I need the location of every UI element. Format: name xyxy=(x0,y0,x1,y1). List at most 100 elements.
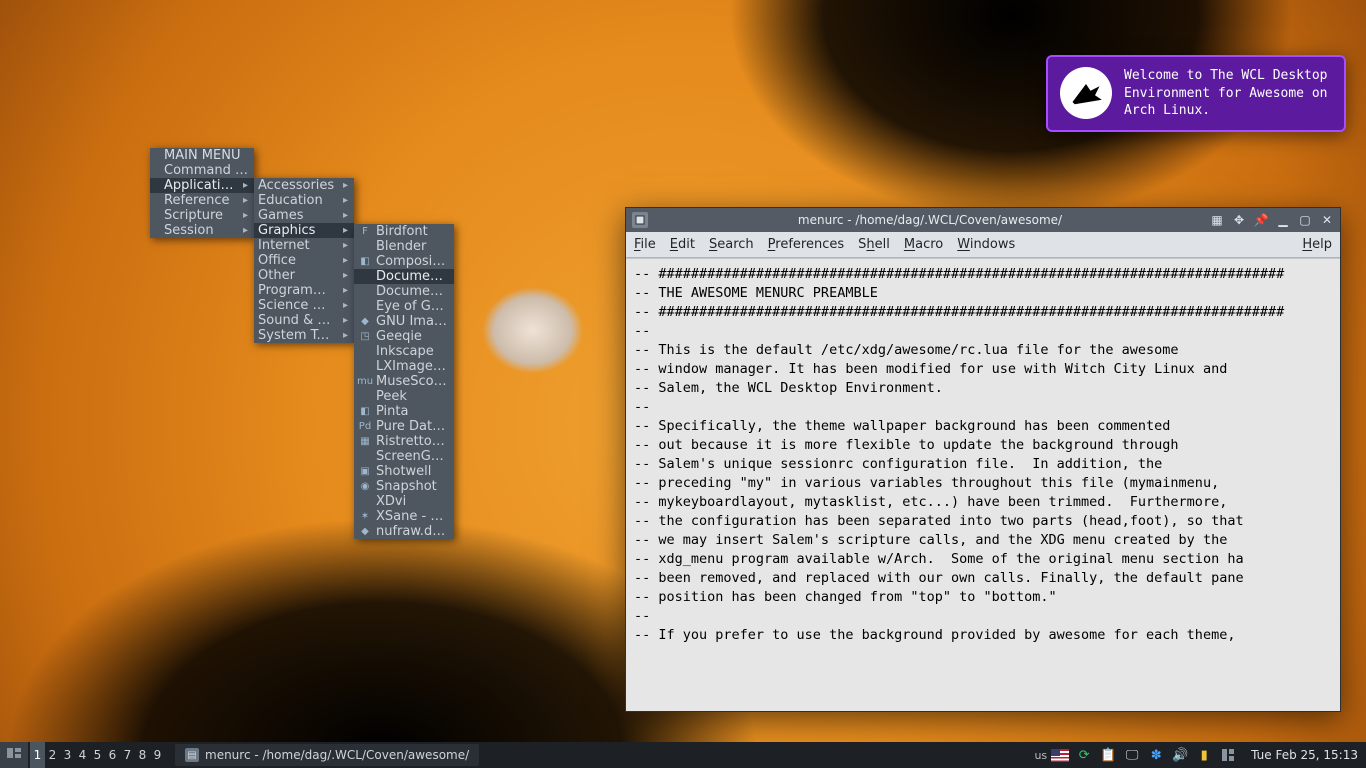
tag-8[interactable]: 8 xyxy=(135,742,150,768)
apps-item-other[interactable]: Other▸ xyxy=(254,268,354,283)
menu-search[interactable]: Search xyxy=(709,237,754,252)
chevron-right-icon: ▸ xyxy=(243,225,248,236)
volume-icon[interactable]: 🔊 xyxy=(1171,746,1189,764)
chevron-right-icon: ▸ xyxy=(343,195,348,206)
tag-3[interactable]: 3 xyxy=(60,742,75,768)
apps-item-office[interactable]: Office▸ xyxy=(254,253,354,268)
menu-help[interactable]: Help xyxy=(1302,237,1332,252)
app-launcher-icon: F xyxy=(358,225,372,239)
graphics-item-shotwell[interactable]: ▣Shotwell xyxy=(354,464,454,479)
launcher-button[interactable] xyxy=(0,742,28,768)
graphics-item-birdfont[interactable]: FBirdfont xyxy=(354,224,454,239)
chevron-right-icon: ▸ xyxy=(343,255,348,266)
apps-item-graphics[interactable]: Graphics▸ xyxy=(254,223,354,238)
tasklist[interactable]: ▤ menurc - /home/dag/.WCL/Coven/awesome/ xyxy=(175,744,479,766)
battery-icon[interactable]: ▮ xyxy=(1195,746,1213,764)
editor-menubar[interactable]: File Edit Search Preferences Shell Macro… xyxy=(626,232,1340,258)
tag-2[interactable]: 2 xyxy=(45,742,60,768)
graphics-item-eye-of-gnome[interactable]: Eye of GNOME xyxy=(354,299,454,314)
layout-indicator-icon[interactable] xyxy=(1219,746,1237,764)
apps-item-internet[interactable]: Internet▸ xyxy=(254,238,354,253)
graphics-item-inkscape[interactable]: Inkscape xyxy=(354,344,454,359)
apps-item-games[interactable]: Games▸ xyxy=(254,208,354,223)
graphics-item-xdvi[interactable]: XDvi xyxy=(354,494,454,509)
pin-icon[interactable]: 📌 xyxy=(1252,212,1270,228)
titlebar[interactable]: menurc - /home/dag/.WCL/Coven/awesome/ ▦… xyxy=(626,208,1340,232)
main-menu-item-applications[interactable]: Applications▸ xyxy=(150,178,254,193)
bluetooth-icon[interactable]: ✽ xyxy=(1147,746,1165,764)
menu-macro[interactable]: Macro xyxy=(904,237,943,252)
app-launcher-icon: ▣ xyxy=(358,465,372,479)
sync-icon[interactable]: ⟳ xyxy=(1075,746,1093,764)
graphics-item-snapshot[interactable]: ◉Snapshot xyxy=(354,479,454,494)
apps-item-science-math[interactable]: Science & Math▸ xyxy=(254,298,354,313)
taglist[interactable]: 123456789 xyxy=(30,742,165,768)
minimize-icon[interactable]: ▁ xyxy=(1274,212,1292,228)
witch-logo-icon xyxy=(1060,67,1112,119)
keyboard-layout-indicator[interactable]: us xyxy=(1034,749,1047,762)
graphics-item-screengrab[interactable]: ScreenGrab xyxy=(354,449,454,464)
graphics-item-musescore-stu[interactable]: muMuseScore Stu… xyxy=(354,374,454,389)
main-menu[interactable]: MAIN MENU Command LineApplications▸Refer… xyxy=(150,148,254,238)
maximize-icon[interactable]: ▢ xyxy=(1296,212,1314,228)
apps-item-programming[interactable]: Programming▸ xyxy=(254,283,354,298)
editor-text-area[interactable]: -- #####################################… xyxy=(626,258,1340,711)
graphics-item-compositor-o[interactable]: ◧Compositor O… xyxy=(354,254,454,269)
main-menu-item-command-line[interactable]: Command Line xyxy=(150,163,254,178)
chevron-right-icon: ▸ xyxy=(343,180,348,191)
apps-item-education[interactable]: Education▸ xyxy=(254,193,354,208)
graphics-item-lximage-qt[interactable]: LXImage-Qt xyxy=(354,359,454,374)
graphics-item-nufraw-desktop[interactable]: ◆nufraw.desktop xyxy=(354,524,454,539)
graphics-item-document-vie[interactable]: Document Vie… xyxy=(354,284,454,299)
graphics-submenu[interactable]: FBirdfontBlender◧Compositor O…Document S… xyxy=(354,224,454,539)
chevron-right-icon: ▸ xyxy=(343,225,348,236)
notification-popup: Welcome to The WCL Desktop Environment f… xyxy=(1046,55,1346,132)
graphics-item-blender[interactable]: Blender xyxy=(354,239,454,254)
apps-item-accessories[interactable]: Accessories▸ xyxy=(254,178,354,193)
close-icon[interactable]: ✕ xyxy=(1318,212,1336,228)
chevron-right-icon: ▸ xyxy=(343,315,348,326)
menu-shell[interactable]: Shell xyxy=(858,237,890,252)
display-icon[interactable]: 🖵 xyxy=(1123,746,1141,764)
tag-7[interactable]: 7 xyxy=(120,742,135,768)
graphics-item-gnu-image-m[interactable]: ◆GNU Image M… xyxy=(354,314,454,329)
app-launcher-icon: ◆ xyxy=(358,525,372,539)
graphics-item-geeqie[interactable]: ◳Geeqie xyxy=(354,329,454,344)
tag-1[interactable]: 1 xyxy=(30,742,45,768)
menu-preferences[interactable]: Preferences xyxy=(768,237,844,252)
apps-item-sound-video[interactable]: Sound & Video▸ xyxy=(254,313,354,328)
graphics-item-document-sca[interactable]: Document Sca… xyxy=(354,269,454,284)
tag-9[interactable]: 9 xyxy=(150,742,165,768)
task-title: menurc - /home/dag/.WCL/Coven/awesome/ xyxy=(205,748,469,762)
apps-item-system-tools[interactable]: System Tools▸ xyxy=(254,328,354,343)
clock[interactable]: Tue Feb 25, 15:13 xyxy=(1243,748,1366,762)
graphics-item-pure-data-pd[interactable]: PdPure Data (Pd) xyxy=(354,419,454,434)
tag-4[interactable]: 4 xyxy=(75,742,90,768)
move-icon[interactable]: ✥ xyxy=(1230,212,1248,228)
flag-icon[interactable] xyxy=(1051,746,1069,764)
menu-edit[interactable]: Edit xyxy=(670,237,695,252)
menu-windows[interactable]: Windows xyxy=(957,237,1015,252)
app-launcher-icon: ◧ xyxy=(358,255,372,269)
main-menu-item-session[interactable]: Session▸ xyxy=(150,223,254,238)
menu-file[interactable]: File xyxy=(634,237,656,252)
main-menu-item-scripture[interactable]: Scripture▸ xyxy=(150,208,254,223)
main-menu-item-reference[interactable]: Reference▸ xyxy=(150,193,254,208)
tag-6[interactable]: 6 xyxy=(105,742,120,768)
graphics-item-pinta[interactable]: ◧Pinta xyxy=(354,404,454,419)
chevron-right-icon: ▸ xyxy=(343,210,348,221)
graphics-item-xsane-scanni[interactable]: ✶XSane - Scanni… xyxy=(354,509,454,524)
task-app-icon: ▤ xyxy=(185,748,199,762)
chevron-right-icon: ▸ xyxy=(343,240,348,251)
app-launcher-icon: Pd xyxy=(358,420,372,434)
layout-icon[interactable]: ▦ xyxy=(1208,212,1226,228)
clipboard-icon[interactable]: 📋 xyxy=(1099,746,1117,764)
notification-text: Welcome to The WCL Desktop Environment f… xyxy=(1124,67,1332,120)
tag-5[interactable]: 5 xyxy=(90,742,105,768)
app-launcher-icon: ◳ xyxy=(358,330,372,344)
chevron-right-icon: ▸ xyxy=(343,270,348,281)
applications-submenu[interactable]: Accessories▸Education▸Games▸Graphics▸Int… xyxy=(254,178,354,343)
graphics-item-ristretto-imag[interactable]: ▦Ristretto Imag… xyxy=(354,434,454,449)
graphics-item-peek[interactable]: Peek xyxy=(354,389,454,404)
task-editor[interactable]: ▤ menurc - /home/dag/.WCL/Coven/awesome/ xyxy=(175,744,479,766)
